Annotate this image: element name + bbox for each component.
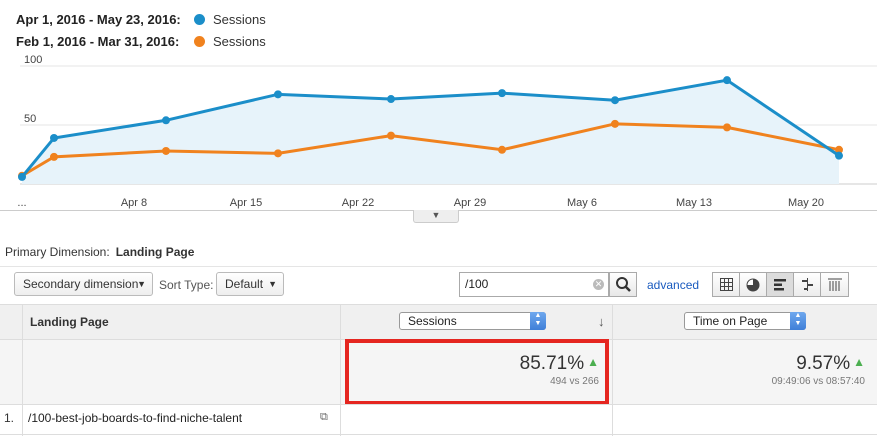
sort-type-label: Sort Type: — [159, 278, 214, 292]
column-divider — [612, 340, 613, 404]
metric-select-time-label: Time on Page — [693, 314, 768, 328]
secondary-dimension-label: Secondary dimension — [23, 277, 139, 291]
chart-collapse-handle[interactable]: ▼ — [413, 210, 459, 223]
data-point — [611, 119, 619, 128]
view-table-button[interactable] — [713, 273, 740, 296]
x-tick-label: May 13 — [676, 197, 712, 209]
y-tick-label: 100 — [24, 54, 42, 66]
comparison-icon — [801, 278, 813, 291]
x-tick-label: Apr 29 — [454, 197, 486, 209]
legend-current-metric: Sessions — [213, 11, 266, 27]
x-tick-label: Apr 22 — [342, 197, 374, 209]
primary-dimension-label: Primary Dimension: — [5, 245, 110, 259]
legend-previous-dot — [194, 35, 205, 47]
time-comparison: 09:49:06 vs 08:57:40 — [771, 376, 865, 387]
select-arrows-icon: ▲ ▼ — [530, 312, 546, 330]
search-icon — [616, 277, 631, 292]
time-change-value: 9.57% — [796, 353, 851, 374]
data-point — [723, 123, 731, 132]
legend-previous: Feb 1, 2016 - Mar 31, 2016: Sessions — [16, 30, 266, 52]
data-point — [162, 146, 170, 155]
legend-previous-metric: Sessions — [213, 33, 266, 49]
data-point — [50, 152, 58, 161]
data-point — [387, 95, 395, 104]
landing-page-link[interactable]: /100-best-job-boards-to-find-niche-talen… — [28, 411, 242, 425]
up-arrow-icon: ▲ — [853, 355, 865, 369]
column-divider — [340, 340, 341, 404]
bar-chart-icon — [773, 278, 786, 290]
view-performance-button[interactable] — [767, 273, 794, 296]
sort-descending-icon[interactable]: ↓ — [598, 314, 605, 329]
view-percentage-button[interactable] — [740, 273, 767, 296]
view-pivot-button[interactable] — [821, 273, 848, 296]
clear-icon[interactable]: ✕ — [593, 279, 604, 290]
chevron-down-icon: ▼ — [137, 279, 146, 289]
column-divider — [22, 340, 23, 404]
data-point — [611, 96, 619, 105]
legend-current-range: Apr 1, 2016 - May 23, 2016: — [16, 11, 181, 27]
data-point — [18, 172, 26, 181]
table-search-input[interactable]: /100 ✕ — [459, 272, 609, 297]
advanced-filter-link[interactable]: advanced — [647, 278, 699, 292]
chart-legend: Apr 1, 2016 - May 23, 2016: Sessions Feb… — [16, 8, 266, 52]
highlight-annotation-box — [345, 339, 609, 405]
y-tick-label: 50 — [24, 113, 36, 125]
grid-icon — [719, 278, 733, 291]
data-point — [723, 76, 731, 85]
data-point — [274, 90, 282, 99]
x-tick-label: Apr 8 — [121, 197, 147, 209]
primary-dimension-value[interactable]: Landing Page — [116, 245, 195, 259]
time-change-percent: 9.57% ▲ — [660, 353, 865, 375]
data-point — [498, 145, 506, 154]
row-divider — [0, 434, 877, 435]
legend-current-dot — [194, 13, 205, 25]
data-point — [498, 89, 506, 98]
toolbar-divider — [0, 266, 877, 267]
pivot-icon — [827, 278, 842, 291]
search-button[interactable] — [609, 272, 637, 297]
legend-previous-range: Feb 1, 2016 - Mar 31, 2016: — [16, 33, 180, 49]
sort-type-dropdown[interactable]: Default ▼ — [216, 272, 284, 296]
table-view-switcher — [712, 272, 849, 297]
data-point — [835, 151, 843, 160]
x-tick-label: May 6 — [567, 197, 597, 209]
pie-chart-icon — [746, 278, 760, 291]
secondary-dimension-dropdown[interactable]: Secondary dimension ▼ — [14, 272, 153, 296]
data-point — [50, 133, 58, 142]
metric-select-sessions-label: Sessions — [408, 314, 457, 328]
metric-select-time-on-page[interactable]: Time on Page ▲ ▼ — [684, 312, 806, 330]
primary-dimension: Primary Dimension: Landing Page — [5, 245, 194, 259]
x-tick-label: ... — [17, 197, 26, 209]
view-comparison-button[interactable] — [794, 273, 821, 296]
data-point — [387, 131, 395, 140]
x-tick-label: May 20 — [788, 197, 824, 209]
sort-type-value: Default — [225, 277, 264, 291]
x-tick-label: Apr 15 — [230, 197, 262, 209]
legend-current: Apr 1, 2016 - May 23, 2016: Sessions — [16, 8, 266, 30]
column-header-landing-page[interactable]: Landing Page — [30, 315, 109, 329]
data-point — [162, 116, 170, 125]
row-number: 1. — [4, 411, 15, 425]
search-input-value: /100 — [465, 277, 489, 291]
row-divider — [0, 404, 877, 405]
data-point — [274, 149, 282, 158]
metric-select-sessions[interactable]: Sessions ▲ ▼ — [399, 312, 546, 330]
sessions-line-chart: 100 50... Apr 8 Apr 15 Apr 22 Apr 29 May 6 May … — [17, 54, 877, 209]
select-arrows-icon: ▲ ▼ — [790, 312, 806, 330]
open-external-icon[interactable]: ⧉ — [320, 411, 328, 424]
chevron-down-icon: ▼ — [268, 279, 277, 289]
